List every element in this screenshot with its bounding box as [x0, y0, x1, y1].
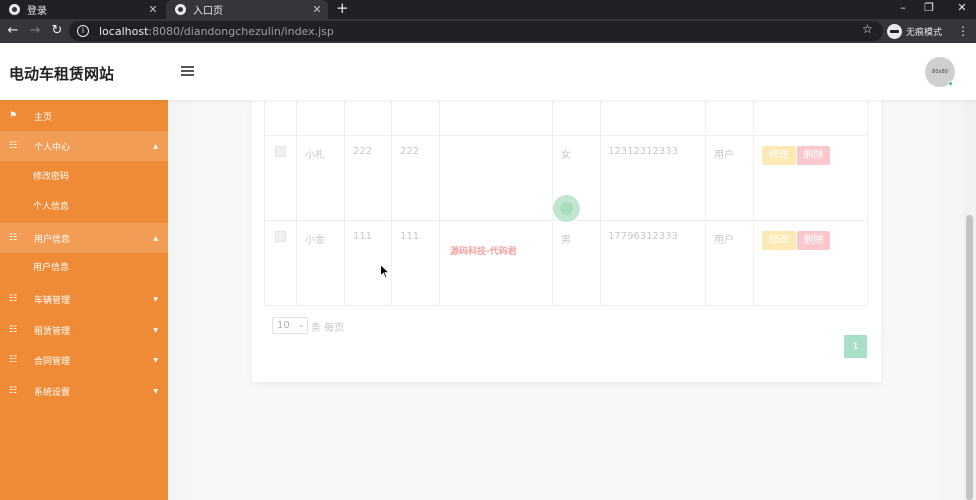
sidebar-item-label: 合同管理: [34, 356, 71, 367]
chevron-down-icon: ▼: [153, 387, 158, 395]
grid-icon: ☷: [8, 355, 18, 365]
tab-title: 登录: [27, 6, 47, 17]
incognito-icon: [887, 23, 902, 39]
app-header: 电动车租赁网站 80x80: [0, 43, 976, 100]
back-arrow-icon[interactable]: ←: [5, 23, 21, 39]
column-divider: [344, 100, 345, 306]
sidebar-item-rental-management[interactable]: ☷ 租赁管理 ▼: [0, 315, 168, 345]
delete-button[interactable]: 删除: [797, 146, 830, 165]
grid-icon: ☷: [8, 386, 18, 396]
cell-role: 用户: [714, 150, 734, 161]
edit-button[interactable]: 修改: [762, 231, 796, 250]
url-text: localhost:8080/diandongchezulin/index.js…: [99, 25, 334, 38]
browser-tab-login[interactable]: 登录 ✕: [0, 0, 164, 19]
chevron-up-icon: ▲: [153, 142, 158, 150]
info-icon[interactable]: i: [77, 25, 89, 37]
forward-arrow-icon[interactable]: →: [27, 23, 43, 39]
cell-gender: 男: [561, 235, 571, 246]
incognito-indicator[interactable]: 无痕模式: [887, 22, 942, 40]
sidebar-item-vehicle-management[interactable]: ☷ 车辆管理 ▼: [0, 284, 168, 314]
column-divider: [600, 100, 601, 306]
cell-value: 222: [400, 146, 420, 157]
cell-phone: 12312312333: [608, 146, 678, 157]
row-checkbox[interactable]: [275, 146, 286, 157]
site-title: 电动车租赁网站: [9, 65, 115, 83]
minimize-button[interactable]: –: [891, 0, 915, 19]
page-number-button[interactable]: 1: [844, 335, 867, 358]
sidebar-item-label: 主页: [34, 112, 53, 123]
chevron-down-icon: ▼: [153, 326, 158, 334]
sidebar-item-system-settings[interactable]: ☷ 系统设置 ▼: [0, 376, 168, 406]
edit-button[interactable]: 修改: [762, 146, 796, 165]
browser-tab-entry[interactable]: 入口页 ✕: [166, 0, 328, 19]
chevron-down-icon: ▼: [153, 295, 158, 303]
floating-indicator: [553, 195, 580, 222]
browser-toolbar: ← → ↻ i localhost:8080/diandongchezulin/…: [0, 19, 976, 43]
column-divider: [439, 100, 440, 306]
cell-value: 111: [353, 231, 373, 242]
chevron-down-icon: ▼: [153, 356, 158, 364]
sidebar-item-home[interactable]: ⚑ 主页: [0, 101, 168, 131]
browser-tab-strip: 登录 ✕ 入口页 ✕ + – ❐ ✕: [0, 0, 976, 19]
row-divider: [264, 135, 868, 136]
grid-icon: ☷: [8, 233, 18, 243]
sidebar-item-label: 系统设置: [34, 387, 71, 398]
cell-role: 用户: [714, 235, 734, 246]
new-tab-button[interactable]: +: [336, 0, 349, 19]
column-divider: [867, 100, 868, 306]
page-size-select[interactable]: 10 ⌄: [272, 317, 308, 334]
column-divider: [391, 100, 392, 306]
content-gutter: [941, 100, 963, 500]
sidebar-item-label: 车辆管理: [34, 295, 71, 306]
column-divider: [705, 100, 706, 306]
sidebar-subitem-user-info[interactable]: 用户信息: [0, 253, 168, 283]
grid-icon: ☷: [8, 294, 18, 304]
globe-icon: [175, 4, 186, 15]
globe-icon: [9, 4, 20, 15]
sidebar-item-contract-management[interactable]: ☷ 合同管理 ▼: [0, 345, 168, 375]
sidebar-item-label: 个人中心: [34, 142, 71, 153]
chevron-down-icon: ⌄: [298, 321, 304, 329]
incognito-label: 无痕模式: [906, 27, 943, 38]
row-divider: [264, 305, 868, 306]
column-divider: [264, 100, 265, 306]
cell-value: 111: [400, 231, 420, 242]
online-status-dot: [948, 81, 953, 86]
tab-title: 入口页: [193, 6, 223, 17]
sidebar-subitem-personal-info[interactable]: 个人信息: [0, 192, 168, 222]
cell-name: 小金: [305, 235, 325, 246]
close-tab-icon[interactable]: ✕: [146, 3, 160, 16]
address-bar[interactable]: i localhost:8080/diandongchezulin/index.…: [69, 21, 883, 41]
bookmark-star-icon[interactable]: ☆: [862, 22, 873, 36]
chevron-up-icon: ▲: [153, 234, 158, 242]
sidebar-item-user-info[interactable]: ☷ 用户信息 ▲: [0, 223, 168, 253]
browser-menu-icon[interactable]: ⋮: [957, 23, 969, 39]
column-divider: [753, 100, 754, 306]
sidebar-item-label: 租赁管理: [34, 326, 71, 337]
cell-gender: 女: [561, 150, 571, 161]
grid-icon: ☷: [8, 141, 18, 151]
per-page-label: 条 每页: [311, 323, 345, 334]
reload-icon[interactable]: ↻: [49, 23, 65, 39]
url-host: localhost: [99, 24, 149, 38]
sidebar-item-label: 用户信息: [34, 234, 71, 245]
grid-icon: ☷: [8, 325, 18, 335]
cell-value: 222: [353, 146, 373, 157]
delete-button[interactable]: 删除: [797, 231, 830, 250]
sidebar-subitem-change-password[interactable]: 修改密码: [0, 162, 168, 192]
page-size-value: 10: [277, 320, 290, 331]
sidebar-item-personal-center[interactable]: ☷ 个人中心 ▲: [0, 131, 168, 161]
hamburger-menu-icon[interactable]: [181, 66, 194, 76]
column-divider: [296, 100, 297, 306]
flag-icon: ⚑: [8, 111, 18, 121]
scrollbar-thumb[interactable]: [966, 215, 973, 500]
close-window-button[interactable]: ✕: [950, 0, 974, 19]
restore-button[interactable]: ❐: [917, 0, 941, 19]
url-path: :8080/diandongchezulin/index.jsp: [148, 24, 334, 38]
cell-name: 小札: [305, 150, 325, 161]
cell-phone: 17796312333: [608, 231, 678, 242]
close-tab-icon[interactable]: ✕: [310, 3, 324, 16]
row-checkbox[interactable]: [275, 231, 286, 242]
watermark-text: 源码科技-代码君: [450, 247, 517, 257]
